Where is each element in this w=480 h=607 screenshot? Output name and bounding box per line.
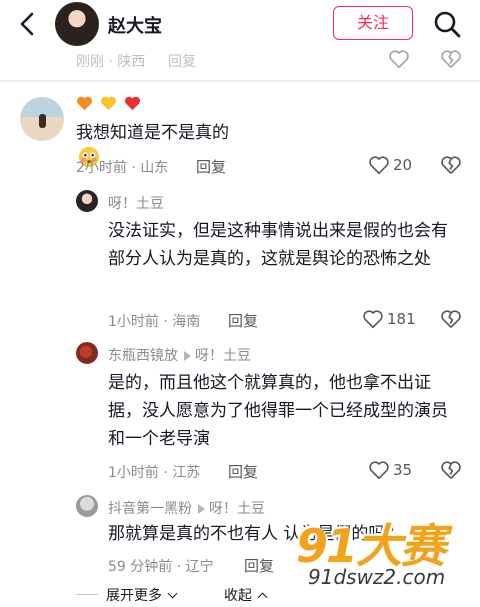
- replier-avatar[interactable]: [76, 342, 98, 364]
- profile-avatar[interactable]: [55, 2, 99, 46]
- comment-meta: 2小时前 · 山东: [76, 160, 169, 176]
- reply-button[interactable]: 回复: [228, 461, 258, 482]
- thread-controls: 展开更多 收起: [0, 583, 480, 607]
- reply-meta: 1小时前 · 江苏: [108, 465, 201, 481]
- reply-target[interactable]: 呀！土豆: [195, 348, 251, 364]
- broken-heart-icon[interactable]: [440, 48, 462, 70]
- chevron-up-icon: [258, 592, 268, 603]
- reply-text: 没法证实，但是这种事情说出来是假的也会有部分人认为是真的，这就是舆论的恐怖之处: [108, 221, 448, 269]
- like-count: 35: [393, 461, 413, 479]
- reply-button[interactable]: 回复: [228, 310, 258, 331]
- reply-button[interactable]: 回复: [196, 156, 226, 177]
- like-count: 181: [387, 310, 416, 328]
- reply-arrow-icon: [184, 351, 191, 361]
- follow-button[interactable]: 关注: [333, 6, 413, 40]
- heart-outline-icon[interactable]: [362, 308, 384, 330]
- yellow-heart-icon: [101, 96, 117, 111]
- reply-button[interactable]: 回复: [168, 51, 196, 71]
- broken-heart-icon[interactable]: [440, 459, 462, 481]
- reply-button[interactable]: 回复: [244, 555, 274, 576]
- search-icon[interactable]: [432, 9, 462, 39]
- expand-more-button[interactable]: 展开更多: [106, 585, 178, 605]
- orange-heart-icon: [76, 96, 93, 111]
- collapse-button[interactable]: 收起: [224, 585, 268, 605]
- reply-author[interactable]: 东瓶西镜放: [108, 348, 178, 364]
- top-bar: 赵大宝 关注: [0, 0, 480, 50]
- emoji-hearts: [76, 95, 141, 115]
- reply-username[interactable]: 呀！土豆: [108, 193, 164, 213]
- reply-meta: 59 分钟前 · 辽宁: [108, 559, 214, 575]
- reply-meta: 1小时前 · 海南: [108, 314, 201, 330]
- heart-outline-icon[interactable]: [368, 459, 390, 481]
- broken-heart-icon[interactable]: [440, 154, 462, 176]
- heart-outline-icon[interactable]: [388, 48, 410, 70]
- previous-comment-footer: 刚刚 · 陕西 回复: [0, 48, 480, 76]
- broken-heart-icon[interactable]: [440, 308, 462, 330]
- chevron-down-icon: [168, 588, 178, 599]
- heart-outline-icon[interactable]: [368, 154, 390, 176]
- reply-text: 那就算是真的不也有人 认为是假的吗？: [108, 524, 403, 544]
- replier-avatar[interactable]: [76, 190, 98, 212]
- profile-username[interactable]: 赵大宝: [108, 12, 162, 38]
- divider: [0, 80, 480, 82]
- reply-target[interactable]: 呀！土豆: [209, 501, 265, 517]
- reply-username: 东瓶西镜放 呀！土豆: [108, 345, 251, 365]
- divider-line: [76, 594, 98, 595]
- back-arrow-icon[interactable]: [14, 10, 42, 38]
- like-count: 20: [393, 156, 413, 174]
- comment-meta: 刚刚 · 陕西: [76, 54, 146, 70]
- replier-avatar[interactable]: [76, 495, 98, 517]
- reply-author[interactable]: 抖音第一黑粉: [108, 501, 192, 517]
- reply-text: 是的，而且他这个就算真的，他也拿不出证据，没人愿意为了他得罪一个已经成型的演员和…: [108, 373, 448, 449]
- reply-arrow-icon: [198, 504, 205, 514]
- commenter-avatar[interactable]: [20, 97, 64, 141]
- red-heart-icon: [125, 96, 141, 111]
- reply-username: 抖音第一黑粉 呀！土豆: [108, 498, 265, 518]
